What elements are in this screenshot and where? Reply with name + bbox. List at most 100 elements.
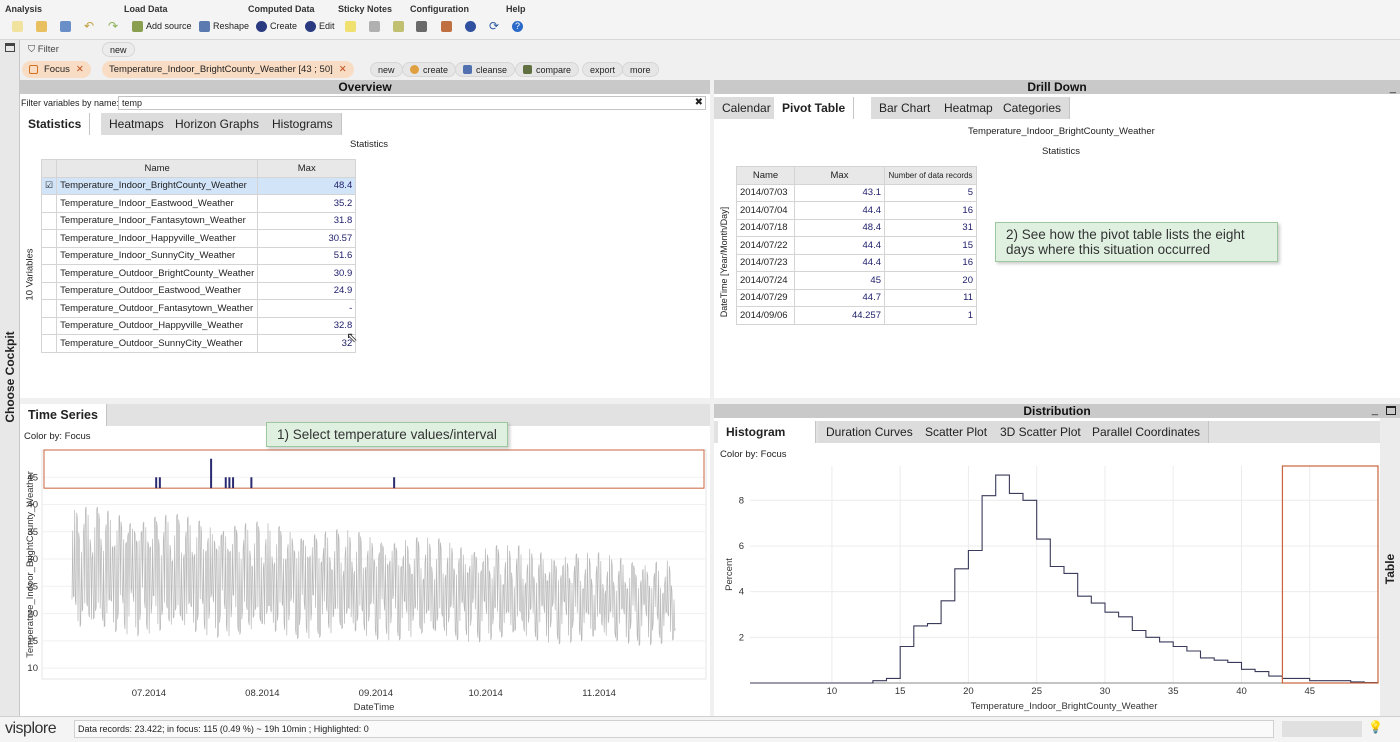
table-row[interactable]: Temperature_Indoor_Fantasytown_Weather 31…	[40, 211, 357, 230]
table-row[interactable]: Temperature_Indoor_Happyville_Weather 30.…	[40, 229, 357, 248]
tab-horizon-graphs[interactable]: Horizon Graphs	[167, 113, 269, 135]
table-row[interactable]: 2014/07/29 44.7 11	[736, 288, 977, 307]
time-series-chart[interactable]: 101520253035404507.2014 08.2014 09.2014 10.…	[20, 444, 710, 716]
tab-statistics[interactable]: Statistics	[20, 113, 91, 135]
table-row[interactable]: Temperature_Outdoor_SunnyCity_Weather 32	[40, 334, 357, 353]
menu-sticky-notes[interactable]: Sticky Notes	[338, 4, 392, 14]
clear-icon[interactable]: ✖	[695, 97, 703, 109]
add-source-button[interactable]: Add source	[132, 19, 192, 33]
tab-pivot-table[interactable]: Pivot Table	[774, 97, 855, 119]
filter-action-cleanse[interactable]: cleanse	[455, 62, 516, 77]
tab-time-series[interactable]: Time Series	[20, 404, 107, 426]
tab-heatmap[interactable]: Heatmap	[936, 97, 1002, 119]
filter-action-create[interactable]: create	[402, 62, 457, 77]
filter-action-more[interactable]: more	[622, 62, 659, 77]
table-row[interactable]: Temperature_Outdoor_Happyville_Weather 32…	[40, 316, 357, 335]
variable-name[interactable]: Temperature_Indoor_Happyville_Weather	[56, 229, 259, 248]
row-checkbox[interactable]	[40, 229, 58, 248]
save-icon[interactable]	[60, 20, 71, 32]
filter-action-new[interactable]: new	[370, 62, 403, 77]
variable-name[interactable]: Temperature_Outdoor_Happyville_Weather	[56, 316, 259, 335]
tab-categories[interactable]: Categories	[995, 97, 1071, 119]
cockpit-sidebar[interactable]: Choose Cockpit	[0, 40, 20, 716]
table-row[interactable]: Temperature_Indoor_Eastwood_Weather 35.2	[40, 194, 357, 213]
row-checkbox[interactable]: ☑	[40, 176, 58, 195]
menu-load-data[interactable]: Load Data	[124, 4, 168, 14]
variable-name[interactable]: Temperature_Indoor_BrightCounty_Weather	[56, 176, 259, 195]
table-row[interactable]: 2014/07/24 45 20	[736, 271, 977, 290]
tab-bar-chart[interactable]: Bar Chart	[871, 97, 940, 119]
reshape-button[interactable]: Reshape	[199, 19, 249, 33]
new-file-icon[interactable]	[12, 20, 23, 32]
variable-name[interactable]: Temperature_Indoor_SunnyCity_Weather	[56, 246, 259, 265]
pivot-date[interactable]: 2014/07/18	[736, 218, 795, 237]
variable-name[interactable]: Temperature_Outdoor_SunnyCity_Weather	[56, 334, 259, 353]
choose-cockpit-label[interactable]: Choose Cockpit	[3, 322, 17, 432]
filter-action-export[interactable]: export	[582, 62, 624, 77]
table-row[interactable]: 2014/07/23 44.4 16	[736, 253, 977, 272]
pivot-column-max[interactable]: Max	[794, 166, 885, 185]
table-row[interactable]: 2014/07/03 43.1 5	[736, 183, 977, 202]
menu-help[interactable]: Help	[506, 4, 526, 14]
table-row[interactable]: 2014/09/06 44.257 1	[736, 306, 977, 325]
tab-histograms[interactable]: Histograms	[264, 113, 342, 135]
tab-calendar[interactable]: Calendar	[714, 97, 780, 119]
config-settings-icon[interactable]	[465, 20, 476, 32]
redo-icon[interactable]: ↷	[108, 19, 118, 33]
tab-histogram[interactable]: Histogram	[718, 421, 816, 443]
row-checkbox[interactable]	[40, 281, 58, 300]
variable-filter-input[interactable]: temp ✖	[118, 96, 706, 110]
column-header-name[interactable]: Name	[56, 159, 259, 178]
lightbulb-icon[interactable]: 💡	[1368, 720, 1383, 734]
close-icon[interactable]: ✕	[339, 64, 347, 75]
row-checkbox[interactable]	[40, 264, 58, 283]
filter-new-button[interactable]: new	[102, 42, 135, 57]
variable-name[interactable]: Temperature_Indoor_Fantasytown_Weather	[56, 211, 259, 230]
histogram-color-by[interactable]: Color by: Focus	[720, 449, 787, 460]
pivot-date[interactable]: 2014/07/23	[736, 253, 795, 272]
table-side-panel[interactable]: Table	[1380, 418, 1400, 716]
create-button[interactable]: Create	[256, 19, 297, 33]
variable-name[interactable]: Temperature_Outdoor_Eastwood_Weather	[56, 281, 259, 300]
edit-button[interactable]: Edit	[305, 19, 335, 33]
menu-configuration[interactable]: Configuration	[410, 4, 469, 14]
menu-computed-data[interactable]: Computed Data	[248, 4, 315, 14]
pivot-date[interactable]: 2014/09/06	[736, 306, 795, 325]
pivot-column-name[interactable]: Name	[736, 166, 795, 185]
color-by-label[interactable]: Color by: Focus	[24, 431, 91, 442]
column-header-max[interactable]: Max	[257, 159, 357, 178]
pivot-column-records[interactable]: Number of data records	[884, 166, 977, 185]
help-icon[interactable]: ?	[512, 20, 523, 32]
focus-pill[interactable]: Focus ✕	[22, 61, 91, 78]
menu-analysis[interactable]: Analysis	[5, 4, 42, 14]
variable-name[interactable]: Temperature_Indoor_Eastwood_Weather	[56, 194, 259, 213]
maximize-icon[interactable]	[1386, 406, 1396, 415]
tab-heatmaps[interactable]: Heatmaps	[101, 113, 173, 135]
row-checkbox[interactable]	[40, 316, 58, 335]
table-row[interactable]: Temperature_Indoor_SunnyCity_Weather 51.6	[40, 246, 357, 265]
variable-name[interactable]: Temperature_Outdoor_BrightCounty_Weather	[56, 264, 259, 283]
config-export-icon[interactable]	[441, 20, 452, 32]
undo-icon[interactable]: ↶	[84, 19, 94, 33]
sticky-note-icon[interactable]	[345, 20, 356, 32]
variable-name[interactable]: Temperature_Outdoor_Fantasytown_Weather	[56, 299, 259, 318]
open-folder-icon[interactable]	[36, 20, 47, 32]
table-row[interactable]: 2014/07/22 44.4 15	[736, 236, 977, 255]
minimize-icon[interactable]: _	[1390, 82, 1396, 94]
tab-duration-curves[interactable]: Duration Curves	[818, 421, 922, 443]
config-list-icon[interactable]	[416, 20, 427, 32]
tab-parallel-coordinates[interactable]: Parallel Coordinates	[1084, 421, 1210, 443]
tab-3d-scatter-plot[interactable]: 3D Scatter Plot	[992, 421, 1090, 443]
minimize-icon[interactable]: _	[1372, 404, 1378, 416]
row-checkbox[interactable]	[40, 299, 58, 318]
pivot-date[interactable]: 2014/07/03	[736, 183, 795, 202]
row-checkbox[interactable]	[40, 194, 58, 213]
table-row[interactable]: Temperature_Outdoor_BrightCounty_Weather…	[40, 264, 357, 283]
refresh-icon[interactable]: ⟳	[489, 19, 499, 33]
filter-action-compare[interactable]: compare	[515, 62, 580, 77]
table-row[interactable]: 2014/07/04 44.4 16	[736, 201, 977, 220]
note-list-icon[interactable]	[393, 20, 404, 32]
row-checkbox[interactable]	[40, 211, 58, 230]
table-row[interactable]: 2014/07/18 48.4 31	[736, 218, 977, 237]
table-row[interactable]: Temperature_Outdoor_Eastwood_Weather 24.9	[40, 281, 357, 300]
